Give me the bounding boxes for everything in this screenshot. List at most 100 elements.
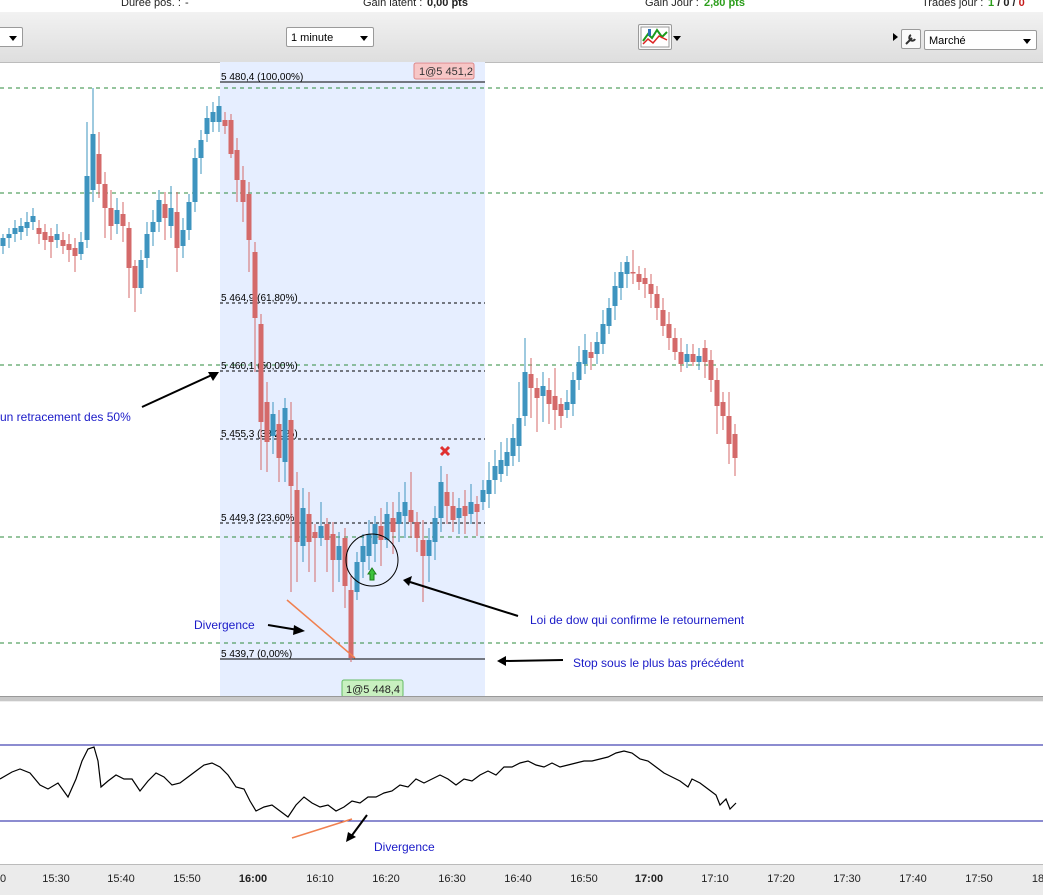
time-axis-label: 17:30 xyxy=(833,873,861,885)
candle xyxy=(678,338,684,372)
candle xyxy=(174,192,180,272)
interval-select[interactable]: 1 minute xyxy=(286,27,374,47)
buy-order-tag[interactable]: 1@5 448,4 xyxy=(341,679,404,698)
candle xyxy=(120,202,126,242)
candle xyxy=(516,382,522,462)
candle xyxy=(726,392,732,464)
candle xyxy=(714,368,720,434)
candle xyxy=(498,442,504,482)
expand-panel-icon[interactable] xyxy=(893,33,898,41)
gain-latent-value: 0,00 pts xyxy=(427,0,468,9)
candle xyxy=(504,438,510,476)
fibo-label-618: 5 464,9 (61,80%) xyxy=(221,293,298,304)
candle xyxy=(576,346,582,390)
time-axis-label: 16:50 xyxy=(570,873,598,885)
candle xyxy=(624,256,630,288)
candle xyxy=(30,208,36,230)
fibo-label-236: 5 449,3 (23,60%) xyxy=(221,513,298,524)
candle xyxy=(144,222,150,268)
interval-value: 1 minute xyxy=(291,32,334,44)
sell-order-text: 1@5 451,2 xyxy=(419,66,473,78)
candle xyxy=(606,298,612,334)
candle xyxy=(72,238,78,272)
candle xyxy=(672,328,678,360)
annotation-divergence: Divergence xyxy=(194,618,255,632)
candle xyxy=(90,88,96,202)
candle xyxy=(558,398,564,428)
candle xyxy=(564,390,570,418)
candle xyxy=(156,190,162,232)
candle xyxy=(582,334,588,374)
gain-jour-value: 2,80 pts xyxy=(704,0,745,9)
indicator-arrow xyxy=(346,814,368,842)
indicators-button[interactable] xyxy=(638,24,672,50)
time-axis-label: 0 xyxy=(0,873,6,885)
candle xyxy=(132,260,138,312)
settings-button[interactable] xyxy=(901,29,921,49)
candle xyxy=(660,298,666,336)
indicator-line xyxy=(0,746,737,818)
candle xyxy=(666,312,672,350)
candle xyxy=(570,372,576,416)
candle xyxy=(552,368,558,430)
candle xyxy=(486,462,492,508)
indicators-menu-chevron-icon[interactable] xyxy=(673,36,681,41)
candle xyxy=(78,232,84,260)
candle xyxy=(180,218,186,258)
wrench-icon xyxy=(905,34,916,45)
trades-label: Trades jour : xyxy=(922,0,984,9)
candle xyxy=(96,132,102,198)
order-type-value: Marché xyxy=(929,35,966,47)
candle xyxy=(0,234,6,254)
candle xyxy=(48,228,54,258)
trades-lost: 0 xyxy=(1018,0,1025,9)
candle xyxy=(24,212,30,236)
gain-latent-label: Gain latent : xyxy=(363,0,423,9)
price-chart[interactable]: 5 480,4 (100,00%) 5 464,9 (61,80%) 5 460… xyxy=(0,62,1043,698)
candle xyxy=(210,102,216,132)
indicator-chart[interactable]: Divergence xyxy=(0,701,1043,864)
duree-label: Durée pos. : xyxy=(121,0,181,9)
order-type-select[interactable]: Marché xyxy=(924,30,1037,50)
candle xyxy=(528,358,534,418)
candle xyxy=(630,250,636,284)
chevron-down-icon xyxy=(360,36,368,41)
gain-jour-label: Gain Jour : xyxy=(645,0,699,9)
time-axis[interactable]: 0 15:30 15:40 15:50 16:00 16:10 16:20 16:30 16:4… xyxy=(0,864,1043,895)
chevron-down-icon xyxy=(9,36,17,41)
candle xyxy=(162,192,168,240)
duree-value: - xyxy=(185,0,189,9)
candle xyxy=(60,232,66,254)
annotation-retracement: un retracement des 50% xyxy=(0,410,131,424)
candle xyxy=(510,424,516,466)
time-axis-label: 15:30 xyxy=(42,873,70,885)
candle xyxy=(702,340,708,378)
candle xyxy=(126,222,132,298)
candle xyxy=(540,372,546,422)
time-axis-label: 16:40 xyxy=(504,873,532,885)
sell-order-tag[interactable]: 1@5 451,2 xyxy=(413,62,475,80)
time-axis-label: 17:20 xyxy=(767,873,795,885)
chart-indicator-icon xyxy=(640,26,670,48)
candle xyxy=(84,122,90,248)
time-axis-label: 16:00 xyxy=(239,873,267,885)
candle xyxy=(186,194,192,240)
candle xyxy=(36,220,42,244)
candle xyxy=(18,218,24,240)
horizontal-grid xyxy=(0,87,1043,644)
candle xyxy=(732,424,738,476)
candle xyxy=(168,186,174,238)
candle xyxy=(12,220,18,242)
candle xyxy=(636,266,642,290)
candle xyxy=(522,338,528,426)
candle xyxy=(150,210,156,246)
annotation-dow: Loi de dow qui confirme le retournement xyxy=(530,613,745,627)
left-dropdown[interactable] xyxy=(0,27,23,47)
candle xyxy=(654,286,660,320)
status-bar: Durée pos. : - Gain latent : 0,00 pts Ga… xyxy=(0,0,1043,12)
candle xyxy=(6,228,12,248)
time-axis-label: 15:40 xyxy=(107,873,135,885)
candle xyxy=(690,344,696,366)
time-axis-label: 18 xyxy=(1032,873,1043,885)
candle xyxy=(684,344,690,368)
